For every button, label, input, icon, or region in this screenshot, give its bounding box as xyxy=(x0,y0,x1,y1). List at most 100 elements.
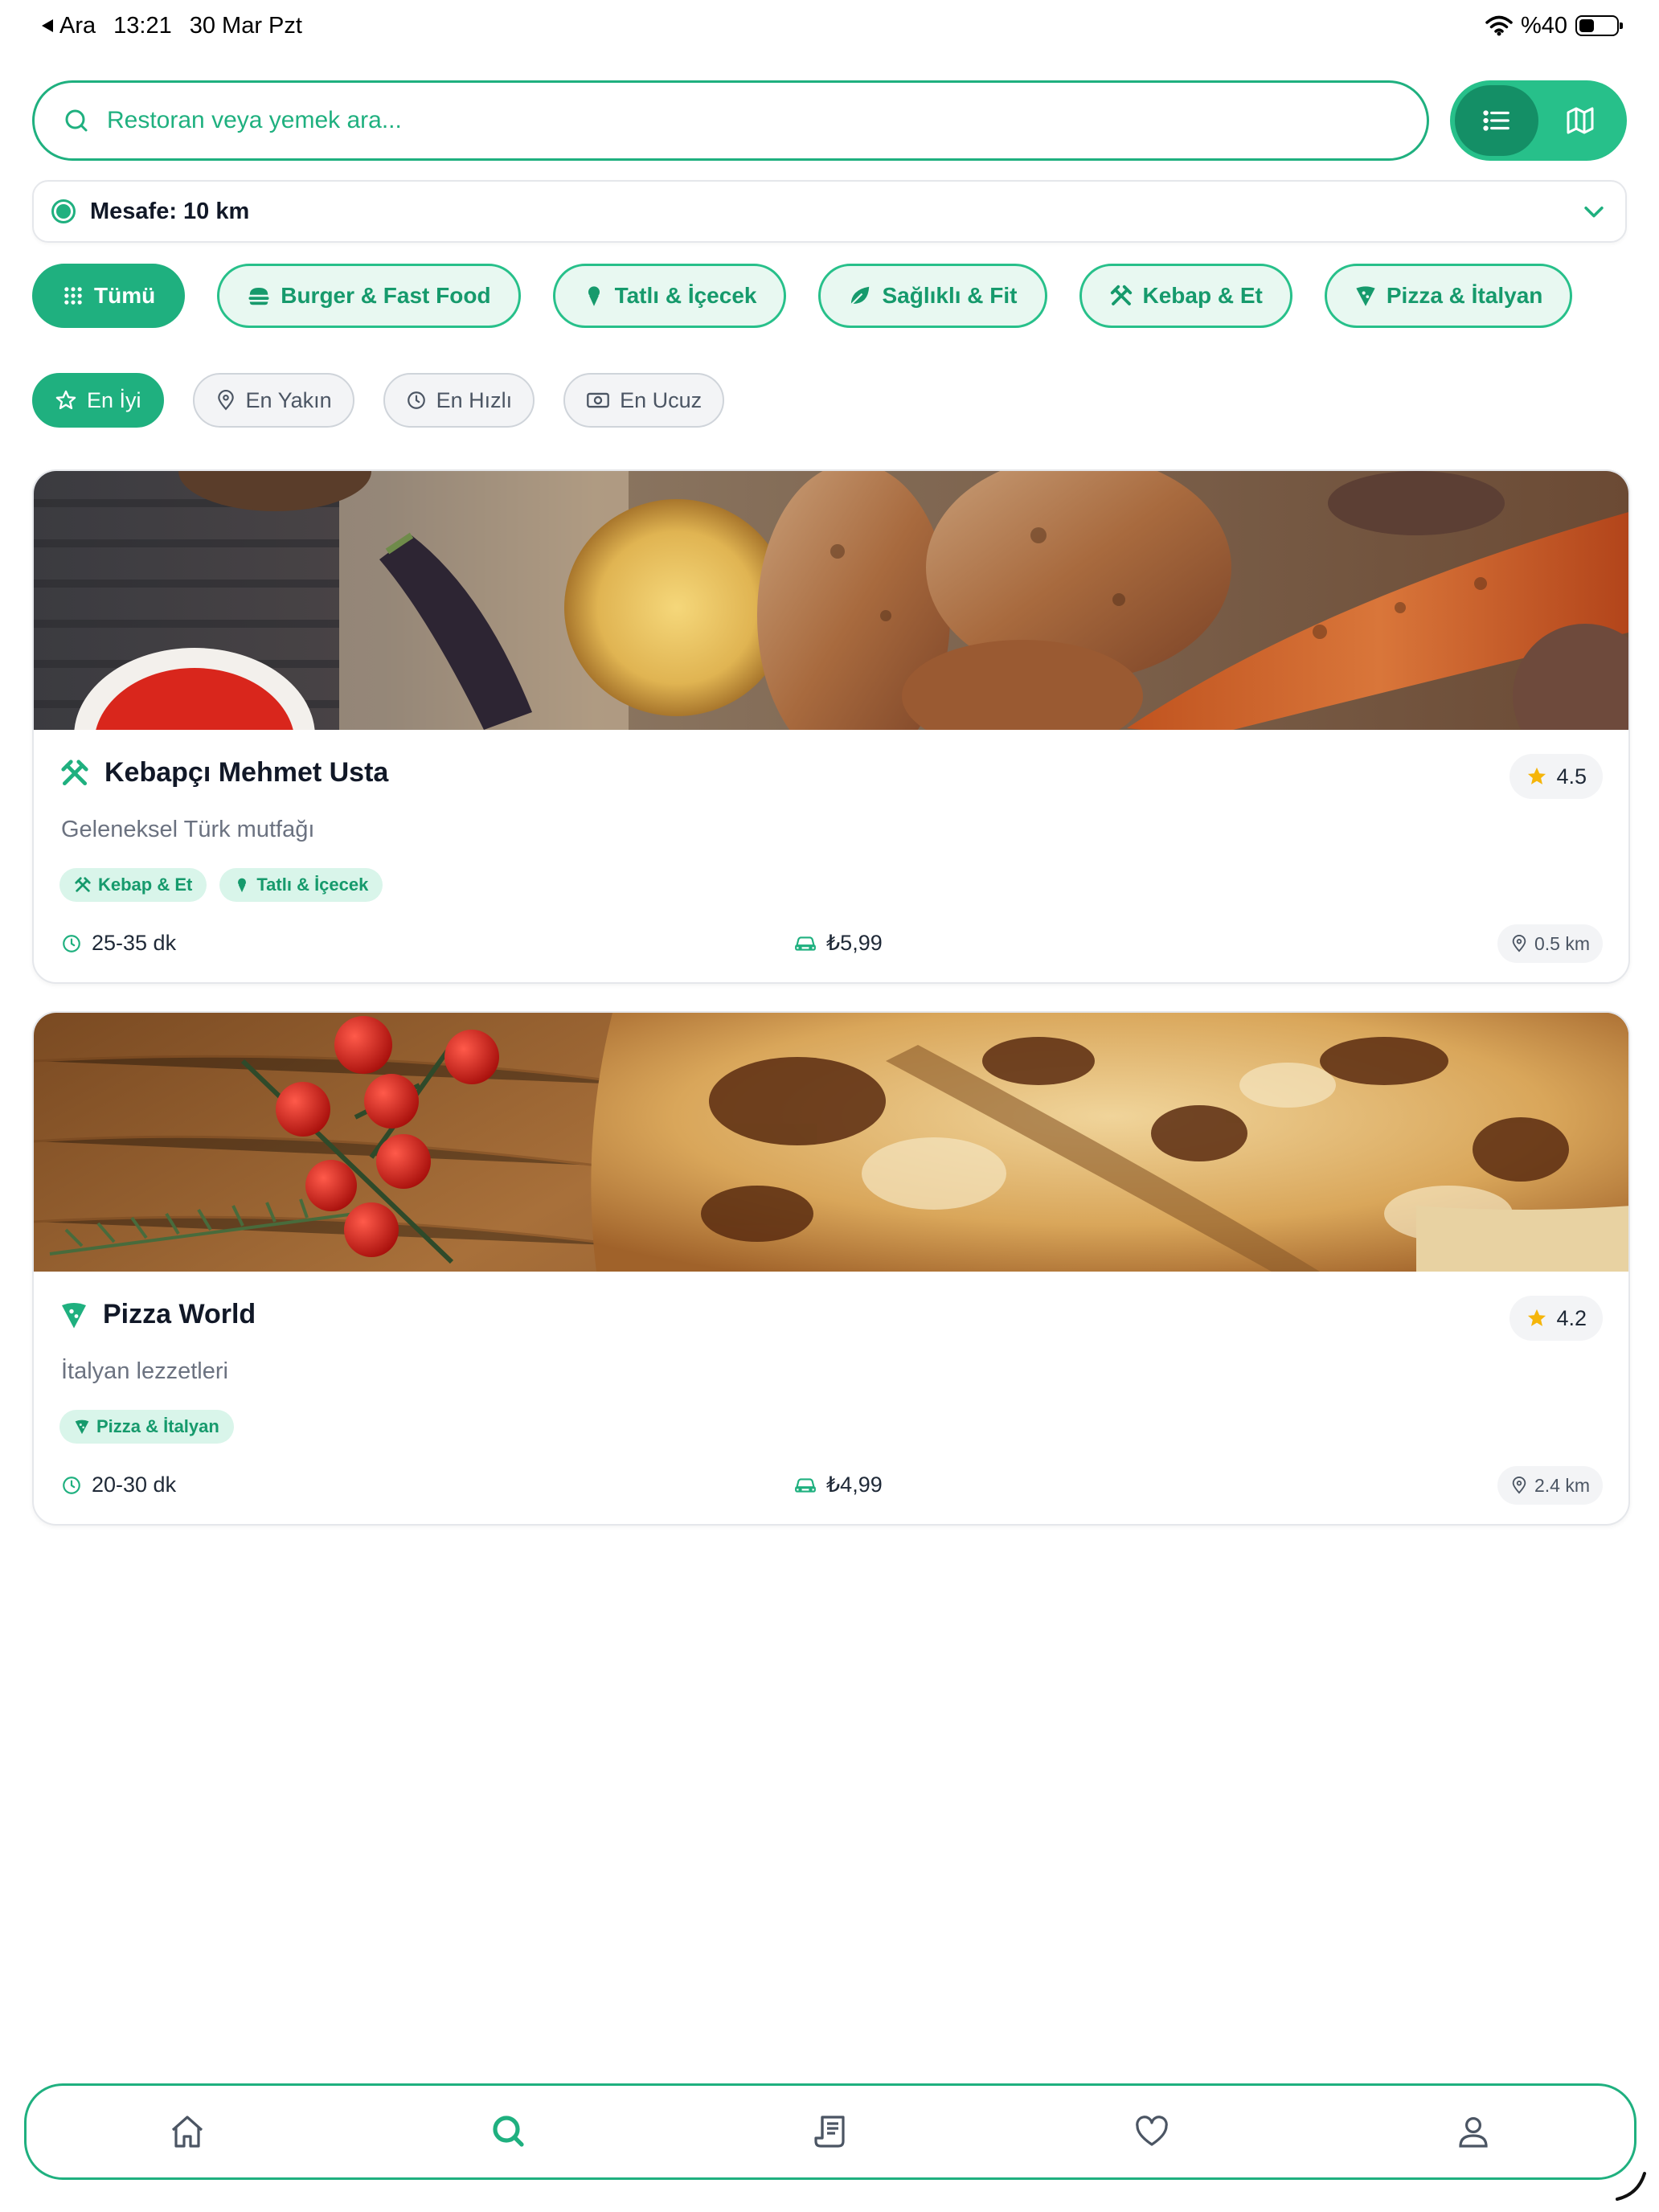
search-field[interactable] xyxy=(32,80,1429,161)
search-row xyxy=(32,80,1627,161)
clock-icon xyxy=(407,391,425,409)
user-icon xyxy=(1459,2117,1488,2148)
pizza-icon xyxy=(75,1419,89,1435)
pin-icon xyxy=(217,390,234,411)
receipt-icon xyxy=(814,2116,845,2148)
list-icon xyxy=(1483,110,1509,131)
category-chip-dessert[interactable]: Tatlı & İçecek xyxy=(552,264,787,328)
star-icon xyxy=(1528,767,1546,784)
back-to-app-link[interactable]: Ara xyxy=(40,13,96,39)
utensils-icon xyxy=(61,759,88,785)
car-icon xyxy=(795,1477,816,1493)
category-chip-healthy[interactable]: Sağlıklı & Fit xyxy=(818,264,1047,328)
list-view-button[interactable] xyxy=(1455,85,1538,156)
restaurant-card-body: Kebapçı Mehmet Usta 4.5 Geleneksel Türk … xyxy=(34,730,1628,982)
restaurant-title: Pizza World xyxy=(59,1299,256,1330)
distance-selector[interactable]: Mesafe: 10 km xyxy=(32,180,1627,243)
chevron-down-icon xyxy=(1584,206,1604,218)
distance-badge: 2.4 km xyxy=(1497,1466,1603,1505)
category-label: Kebap & Et xyxy=(1142,283,1263,308)
delivery-time-value: 25-35 dk xyxy=(92,931,177,955)
distance-badge: 0.5 km xyxy=(1497,924,1603,963)
distance-value: 0.5 km xyxy=(1534,932,1590,954)
tag-label: Kebap & Et xyxy=(98,875,193,895)
back-label: Ara xyxy=(59,12,96,39)
restaurant-card[interactable]: Kebapçı Mehmet Usta 4.5 Geleneksel Türk … xyxy=(32,469,1630,984)
search-input[interactable] xyxy=(107,107,1399,134)
rating-badge: 4.2 xyxy=(1509,1296,1603,1341)
sort-chip-nearest[interactable]: En Yakın xyxy=(192,373,354,428)
ice-cream-icon xyxy=(588,286,600,306)
delivery-time: 25-35 dk xyxy=(61,931,176,956)
heart-icon xyxy=(1136,2116,1168,2146)
category-chip-burger[interactable]: Burger & Fast Food xyxy=(217,264,521,328)
restaurant-tags: Pizza & İtalyan xyxy=(59,1410,234,1444)
nav-home[interactable] xyxy=(151,2095,223,2168)
distance-label: Mesafe: 10 km xyxy=(90,198,250,224)
category-label: Tatlı & İçecek xyxy=(614,283,757,308)
category-label: Tümü xyxy=(94,283,156,308)
view-toggle[interactable] xyxy=(1450,80,1627,161)
car-icon xyxy=(795,936,816,951)
wifi-icon xyxy=(1485,15,1513,36)
star-icon xyxy=(1528,1309,1546,1326)
map-view-button[interactable] xyxy=(1538,85,1622,156)
category-label: Pizza & İtalyan xyxy=(1386,283,1543,308)
battery-percent: %40 xyxy=(1520,12,1567,39)
restaurant-description: İtalyan lezzetleri xyxy=(61,1358,228,1384)
restaurant-card[interactable]: Pizza World 4.2 İtalyan lezzetleri Pizza… xyxy=(32,1011,1630,1526)
restaurant-tags: Kebap & Et Tatlı & İçecek xyxy=(59,868,383,902)
tag-chip: Tatlı & İçecek xyxy=(219,868,383,902)
sort-chip-best[interactable]: En İyi xyxy=(32,373,164,428)
restaurant-name: Kebapçı Mehmet Usta xyxy=(104,757,389,788)
category-chip-pizza[interactable]: Pizza & İtalyan xyxy=(1324,264,1573,328)
battery-icon xyxy=(1575,15,1623,36)
rating-badge: 4.5 xyxy=(1509,754,1603,799)
status-bar: Ara 13:21 30 Mar Pzt %40 xyxy=(0,0,1659,51)
leaf-icon xyxy=(850,286,870,306)
map-icon xyxy=(1567,107,1594,134)
nav-profile[interactable] xyxy=(1437,2095,1509,2168)
sort-label: En Ucuz xyxy=(620,387,703,412)
sort-chip-fastest[interactable]: En Hızlı xyxy=(383,373,535,428)
nav-search[interactable] xyxy=(473,2095,545,2168)
restaurant-image xyxy=(34,1013,1628,1272)
nav-orders[interactable] xyxy=(794,2095,866,2168)
category-chip-all[interactable]: Tümü xyxy=(32,264,186,328)
battery-level xyxy=(1579,19,1594,32)
sort-chip-cheapest[interactable]: En Ucuz xyxy=(563,373,725,428)
pizza-icon xyxy=(62,1302,86,1328)
status-right: %40 xyxy=(1485,12,1623,39)
distance-value: 2.4 km xyxy=(1534,1474,1590,1496)
utensils-icon xyxy=(75,877,91,892)
pin-icon xyxy=(1512,935,1526,952)
tag-label: Tatlı & İçecek xyxy=(256,875,369,895)
category-label: Burger & Fast Food xyxy=(281,283,491,308)
tag-label: Pizza & İtalyan xyxy=(96,1416,219,1436)
clock-icon xyxy=(63,934,80,952)
sort-label: En Hızlı xyxy=(436,387,513,412)
status-left: Ara 13:21 30 Mar Pzt xyxy=(40,13,302,39)
delivery-time-value: 20-30 dk xyxy=(92,1473,177,1497)
burger-icon xyxy=(248,288,269,305)
grid-icon xyxy=(64,287,82,305)
category-chip-kebab[interactable]: Kebap & Et xyxy=(1079,264,1292,328)
delivery-time: 20-30 dk xyxy=(61,1473,176,1497)
category-filters: Tümü Burger & Fast Food Tatlı & İçecek S… xyxy=(32,264,1573,328)
corner-handle-icon xyxy=(1616,2172,1646,2201)
nav-favorites[interactable] xyxy=(1116,2095,1188,2168)
restaurant-description: Geleneksel Türk mutfağı xyxy=(61,817,315,842)
category-label: Sağlıklı & Fit xyxy=(882,283,1018,308)
status-date: 30 Mar Pzt xyxy=(189,12,302,39)
delivery-fee-value: ₺4,99 xyxy=(826,1473,883,1497)
tag-chip: Kebap & Et xyxy=(59,868,207,902)
back-triangle-icon xyxy=(42,19,53,32)
status-time: 13:21 xyxy=(113,12,172,39)
rating-value: 4.5 xyxy=(1556,764,1587,789)
delivery-fee-value: ₺5,99 xyxy=(826,931,883,955)
search-icon xyxy=(65,109,88,132)
restaurant-card-body: Pizza World 4.2 İtalyan lezzetleri Pizza… xyxy=(34,1272,1628,1524)
restaurant-name: Pizza World xyxy=(103,1299,256,1329)
sort-label: En Yakın xyxy=(245,387,332,412)
bottom-navigation xyxy=(24,2083,1636,2180)
